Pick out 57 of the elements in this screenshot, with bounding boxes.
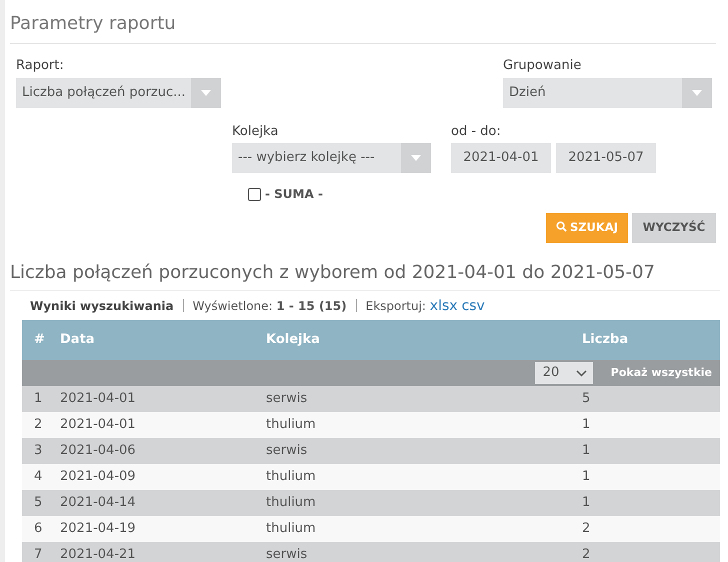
table-cell-text: serwis <box>266 390 308 408</box>
results-title: Liczba połączeń porzuconych z wyborem od 2021-04-01 do 2021-05-07 <box>10 259 720 291</box>
table-cell-text: 2 <box>582 546 592 562</box>
caret-icon <box>411 155 421 161</box>
caret-icon <box>692 90 702 96</box>
field-label: od - do: <box>451 122 502 140</box>
table-cell-text: 2021-04-19 <box>60 520 137 538</box>
table-cell-text: 1 <box>582 442 592 460</box>
clear-button[interactable]: WYCZYŚĆ <box>632 213 716 243</box>
date-from-field[interactable]: 2021-04-01 <box>451 143 551 173</box>
table-cell-text: thulium <box>266 416 317 434</box>
table-cell-text: serwis <box>266 546 308 562</box>
table-cell-text: 6 <box>33 520 44 538</box>
report-select[interactable]: Liczba połączeń porzuc... <box>16 78 221 108</box>
date-to-field[interactable]: 2021-05-07 <box>556 143 656 173</box>
field-label: Raport: <box>16 57 65 75</box>
page-size-select[interactable]: 20 <box>534 362 593 384</box>
table-cell-text: thulium <box>266 468 317 486</box>
search-icon <box>556 221 567 232</box>
table-cell-text: 2 <box>582 520 592 538</box>
sum-checkbox[interactable] <box>248 188 261 200</box>
field-label: Grupowanie <box>503 57 582 75</box>
chevron-icon <box>576 370 587 376</box>
checkbox-label: - SUMA - <box>265 186 323 203</box>
table-cell-text: 5 <box>582 390 592 408</box>
table-cell-text: 2021-04-09 <box>60 468 137 486</box>
table-cell-text: 4 <box>33 468 44 486</box>
export-link[interactable]: csv <box>462 298 485 314</box>
caret-icon <box>201 90 211 96</box>
table-cell-text: thulium <box>266 520 317 538</box>
displayed-count: Wyświetlone: 1 - 15 (15) <box>192 299 347 313</box>
table-cell-text: thulium <box>266 494 317 512</box>
table-cell-text: 3 <box>33 442 44 460</box>
export-link[interactable]: xlsx <box>430 298 458 314</box>
table-cell-text: 5 <box>33 494 44 512</box>
table-cell-text: 2021-04-06 <box>60 442 137 460</box>
column-header: Data <box>60 331 96 350</box>
results-heading: Wyniki wyszukiwania <box>30 299 174 313</box>
column-header: # <box>33 331 46 350</box>
table-cell-text: 2021-04-01 <box>60 390 137 408</box>
column-header: Kolejka <box>266 331 321 350</box>
table-cell-text: 1 <box>33 390 44 408</box>
table-cell-text: serwis <box>266 442 308 460</box>
table-cell-text: 2021-04-01 <box>60 416 137 434</box>
field-label: Kolejka <box>232 122 280 140</box>
export-label: Eksportuj: <box>366 299 427 313</box>
column-header: Liczba <box>582 331 630 350</box>
table-cell-text: 2021-04-21 <box>60 546 137 562</box>
table-cell-text: 1 <box>582 416 592 434</box>
table-cell-text: 2021-04-14 <box>60 494 137 512</box>
table-cell-text: 7 <box>33 546 44 562</box>
section-title: Parametry raportu <box>10 0 716 44</box>
table-cell-text: 1 <box>582 494 592 512</box>
grouping-select[interactable]: Dzień <box>503 78 712 108</box>
table-cell-text: 1 <box>582 468 592 486</box>
queue-select[interactable]: --- wybierz kolejkę --- <box>232 143 431 173</box>
table-cell-text: 2 <box>33 416 44 434</box>
